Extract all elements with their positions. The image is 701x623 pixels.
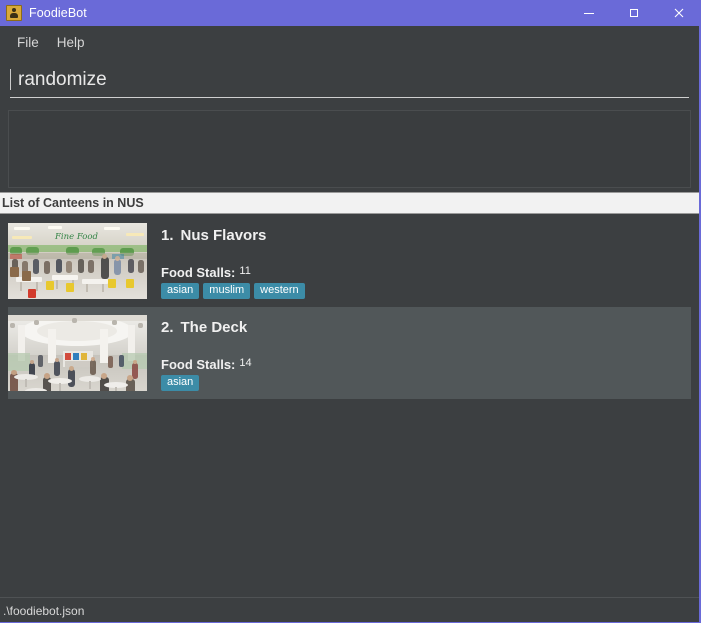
- tag-row: asian: [161, 375, 691, 391]
- result-display: [8, 110, 691, 188]
- canteen-title: 1. Nus Flavors: [161, 227, 691, 244]
- result-area: [0, 108, 701, 190]
- status-bar-path: .\foodiebot.json: [3, 603, 85, 618]
- food-stalls-label: Food Stalls:: [161, 264, 236, 280]
- text-caret: [10, 69, 11, 90]
- list-item[interactable]: 2. The Deck Food Stalls: 14 asian: [8, 307, 691, 399]
- canteen-name: Nus Flavors: [180, 227, 267, 244]
- tag-chip[interactable]: asian: [161, 375, 200, 391]
- tag-chip[interactable]: muslim: [203, 283, 251, 299]
- list-item[interactable]: Fine Food 1. Nus Flavors Food Stalls: 11…: [8, 215, 691, 307]
- window-title: FoodieBot: [29, 6, 87, 20]
- menu-item-help[interactable]: Help: [48, 32, 94, 53]
- window-controls: [566, 0, 701, 26]
- list-header: List of Canteens in NUS: [0, 192, 701, 214]
- canteen-name: The Deck: [180, 319, 248, 336]
- canteen-info: 2. The Deck Food Stalls: 14 asian: [147, 315, 691, 391]
- canteen-list-panel[interactable]: Fine Food 1. Nus Flavors Food Stalls: 11…: [0, 215, 701, 593]
- food-stalls-count: 11: [239, 264, 251, 277]
- canteen-index: 2.: [161, 319, 174, 336]
- canteen-list: Fine Food 1. Nus Flavors Food Stalls: 11…: [8, 215, 691, 399]
- menu-bar: File Help: [0, 26, 701, 58]
- canteen-index: 1.: [161, 227, 174, 244]
- command-input[interactable]: randomize: [10, 62, 689, 98]
- svg-text:Fine Food: Fine Food: [54, 232, 98, 242]
- app-icon: [6, 5, 22, 21]
- food-stalls-label: Food Stalls:: [161, 356, 236, 372]
- status-bar: .\foodiebot.json: [0, 597, 701, 623]
- tag-chip[interactable]: asian: [161, 283, 200, 299]
- menu-item-file[interactable]: File: [8, 32, 48, 53]
- list-header-label: List of Canteens in NUS: [2, 196, 144, 210]
- food-stalls-row: Food Stalls: 14: [161, 357, 691, 372]
- app-window: FoodieBot File Help randomize List of Ca…: [0, 0, 701, 623]
- canteen-thumbnail: Fine Food: [8, 223, 147, 299]
- tag-chip[interactable]: western: [254, 283, 305, 299]
- canteen-title: 2. The Deck: [161, 319, 691, 336]
- tag-row: asian muslim western: [161, 283, 691, 299]
- maximize-icon[interactable]: [611, 0, 656, 26]
- canteen-info: 1. Nus Flavors Food Stalls: 11 asian musli…: [147, 223, 691, 299]
- command-input-value: randomize: [18, 69, 107, 90]
- food-stalls-count: 14: [239, 356, 252, 369]
- canteen-thumbnail: [8, 315, 147, 391]
- food-stalls-row: Food Stalls: 11: [161, 265, 691, 280]
- title-bar: FoodieBot: [0, 0, 701, 26]
- minimize-icon[interactable]: [566, 0, 611, 26]
- close-icon[interactable]: [656, 0, 701, 26]
- command-area: randomize: [0, 58, 701, 104]
